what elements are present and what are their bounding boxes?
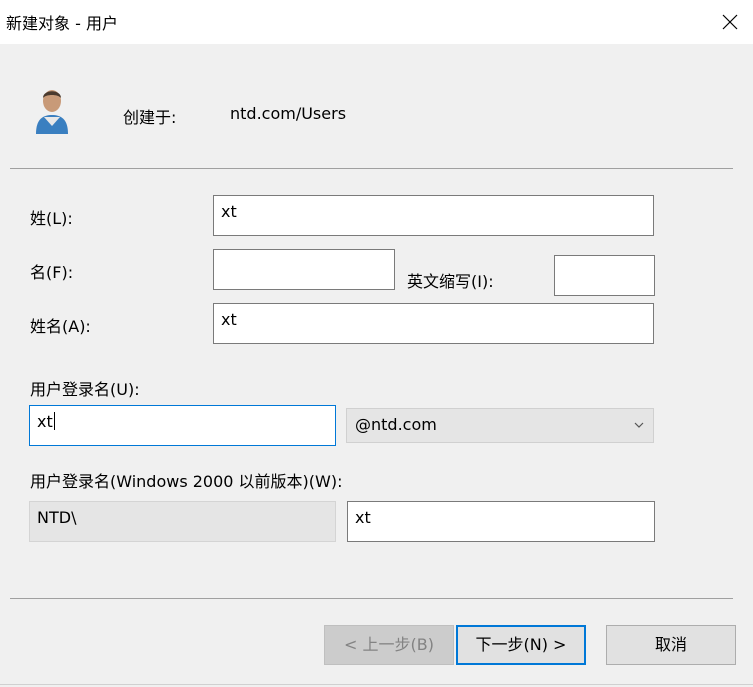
first-name-label: 名(F): — [30, 263, 74, 282]
last-name-field[interactable]: xt — [213, 195, 654, 236]
first-name-field[interactable] — [213, 249, 395, 290]
top-separator — [10, 168, 733, 169]
back-button[interactable]: < 上一步(B) — [324, 625, 454, 665]
next-button[interactable]: 下一步(N) > — [456, 625, 586, 665]
full-name-label: 姓名(A): — [30, 317, 91, 336]
bottom-separator — [10, 598, 733, 599]
logon-name-label: 用户登录名(U): — [30, 380, 140, 399]
window-title: 新建对象 - 用户 — [6, 14, 118, 33]
user-icon — [32, 86, 72, 136]
chevron-down-icon — [634, 422, 644, 428]
full-name-field[interactable]: xt — [213, 303, 654, 344]
domain-suffix-dropdown[interactable]: @ntd.com — [346, 408, 654, 443]
cancel-button[interactable]: 取消 — [606, 625, 736, 665]
created-in-label: 创建于: — [123, 108, 177, 127]
window-bottom-edge — [0, 684, 753, 685]
created-in-value: ntd.com/Users — [230, 104, 347, 123]
initials-label: 英文缩写(I): — [407, 272, 494, 291]
pre2000-logon-value: xt — [355, 508, 371, 527]
pre2000-logon-field[interactable]: xt — [347, 501, 655, 542]
full-name-value: xt — [221, 310, 237, 329]
title-bar: 新建对象 - 用户 — [0, 0, 753, 44]
close-icon[interactable] — [716, 8, 744, 36]
pre2000-domain-field: NTD\ — [29, 501, 336, 542]
pre2000-domain-value: NTD\ — [37, 508, 77, 527]
last-name-label: 姓(L): — [30, 209, 73, 228]
last-name-value: xt — [221, 202, 237, 221]
logon-name-value: xt — [37, 412, 53, 431]
initials-field[interactable] — [554, 255, 655, 296]
domain-suffix-value: @ntd.com — [355, 415, 437, 434]
pre2000-logon-label: 用户登录名(Windows 2000 以前版本)(W): — [30, 472, 343, 491]
logon-name-field[interactable]: xt — [29, 405, 336, 446]
text-caret — [53, 412, 55, 430]
